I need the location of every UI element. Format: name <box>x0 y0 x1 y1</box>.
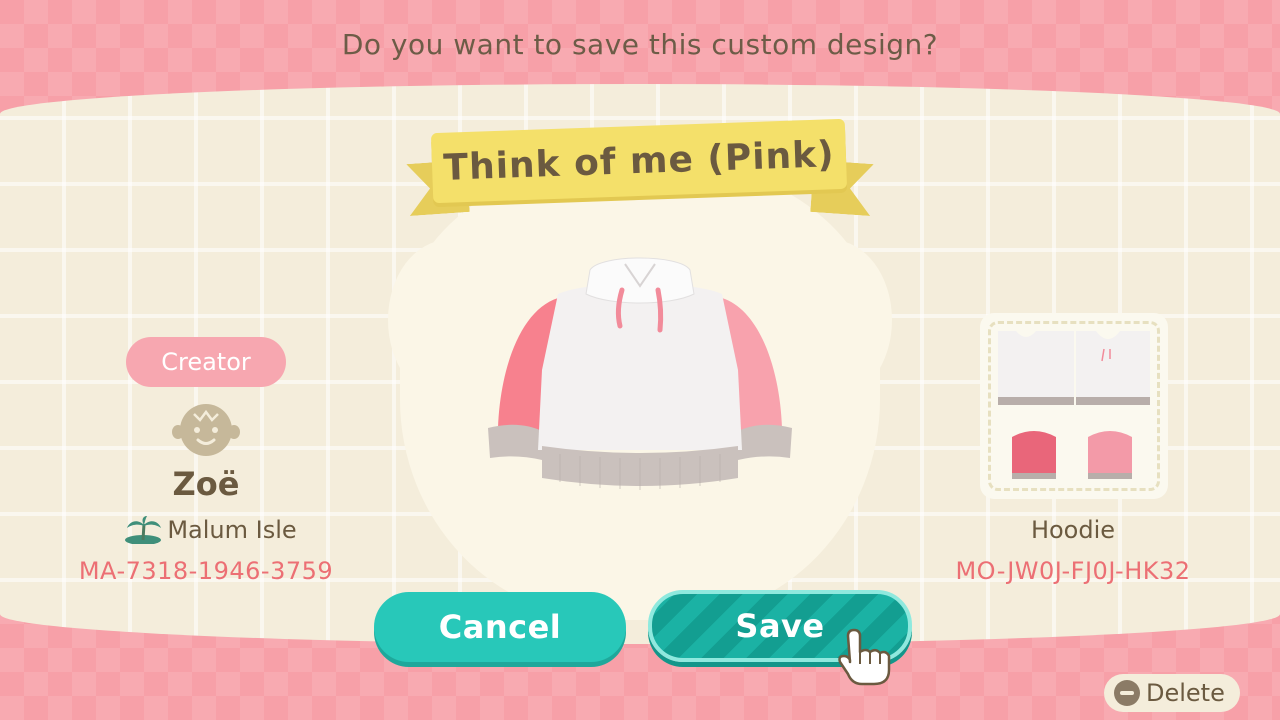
minus-button-icon <box>1114 680 1140 706</box>
pointer-hand-icon <box>838 628 891 686</box>
hoodie-preview <box>488 257 792 490</box>
design-id: MO-JW0J-FJ0J-HK32 <box>955 557 1191 585</box>
delete-button[interactable]: Delete <box>1104 674 1240 712</box>
pattern-pieces <box>998 331 1150 479</box>
creator-name: Zoë <box>172 465 240 503</box>
cancel-button[interactable]: Cancel <box>374 592 626 662</box>
delete-label: Delete <box>1146 679 1225 707</box>
creator-island: Malum Isle <box>80 516 340 544</box>
villager-face-icon <box>172 404 240 456</box>
design-title: Think of me (Pink) <box>430 118 848 204</box>
palm-island-icon <box>125 516 162 544</box>
pattern-thumbnail <box>980 313 1168 499</box>
title-banner: Think of me (Pink) <box>408 118 872 218</box>
item-type: Hoodie <box>1030 516 1116 544</box>
creator-label: Creator <box>126 337 286 387</box>
dialog-question: Do you want to save this custom design? <box>341 28 939 61</box>
creator-id: MA-7318-1946-3759 <box>78 557 334 585</box>
island-name: Malum Isle <box>167 516 297 544</box>
